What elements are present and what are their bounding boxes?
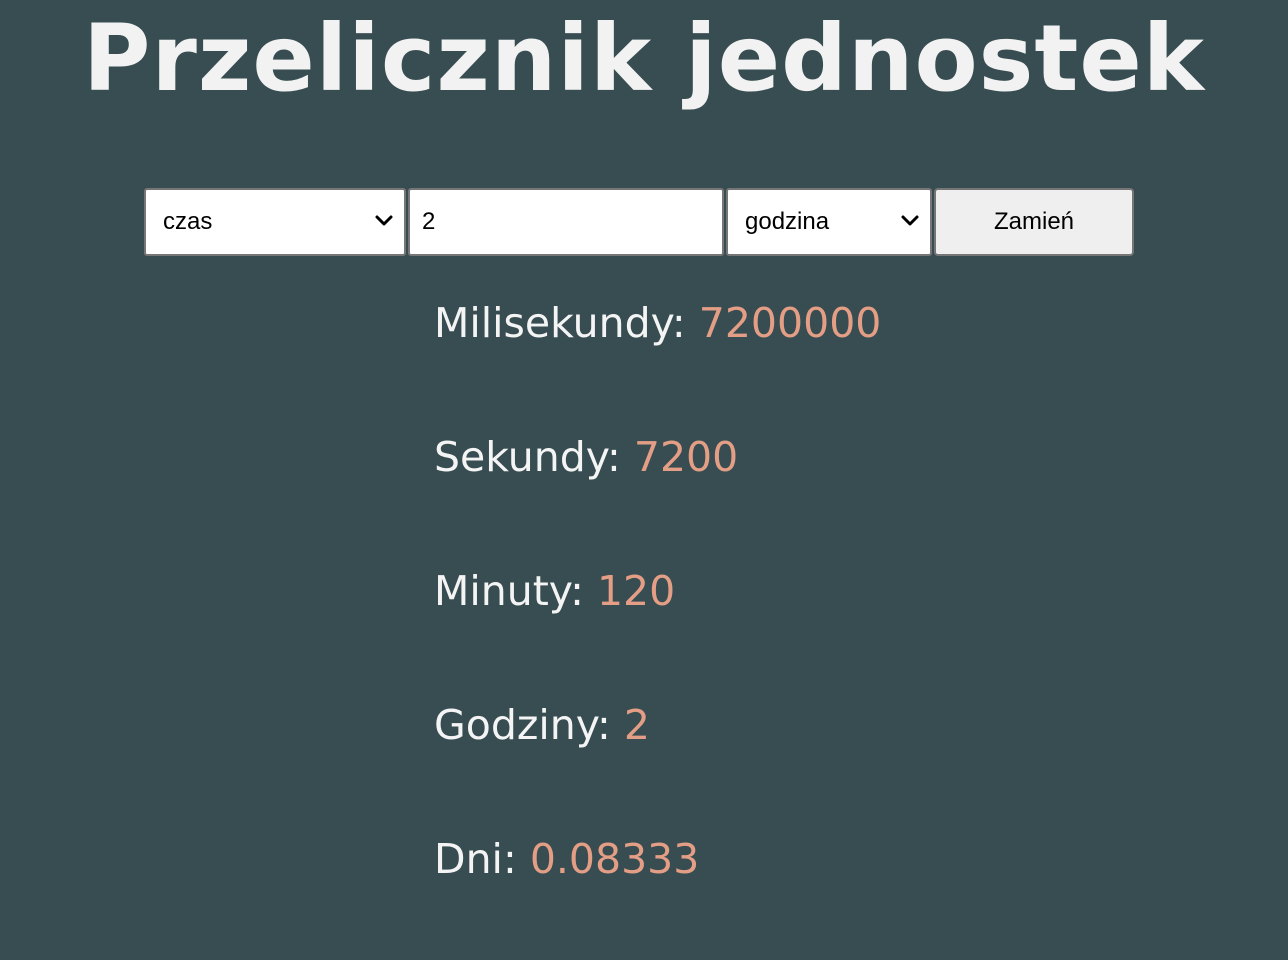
unit-select[interactable]: godzina: [726, 188, 932, 256]
result-value: 7200000: [698, 299, 882, 347]
page-title: Przelicznik jednostek: [83, 5, 1205, 112]
result-value: 2: [623, 701, 651, 749]
result-row-hours: Godziny: 2: [434, 692, 881, 826]
value-input[interactable]: [408, 188, 724, 256]
result-label: Dni:: [434, 835, 517, 883]
chevron-down-icon: [375, 215, 393, 226]
category-select-value: czas: [163, 208, 213, 235]
result-label: Milisekundy:: [434, 299, 686, 347]
category-select[interactable]: czas: [144, 188, 406, 256]
result-row-milliseconds: Milisekundy: 7200000: [434, 290, 881, 424]
chevron-down-icon: [901, 215, 919, 226]
unit-select-value: godzina: [745, 208, 830, 235]
result-label: Sekundy:: [434, 433, 621, 481]
convert-button[interactable]: Zamień: [934, 188, 1134, 256]
result-row-seconds: Sekundy: 7200: [434, 424, 881, 558]
results-list: Milisekundy: 7200000 Sekundy: 7200 Minut…: [434, 290, 881, 960]
result-row-days: Dni: 0.08333: [434, 826, 881, 960]
result-label: Minuty:: [434, 567, 584, 615]
result-value: 0.08333: [529, 835, 700, 883]
result-row-minutes: Minuty: 120: [434, 558, 881, 692]
result-value: 7200: [633, 433, 739, 481]
result-value: 120: [596, 567, 676, 615]
result-label: Godziny:: [434, 701, 611, 749]
converter-form: czas godzina Zamień: [144, 188, 1134, 256]
